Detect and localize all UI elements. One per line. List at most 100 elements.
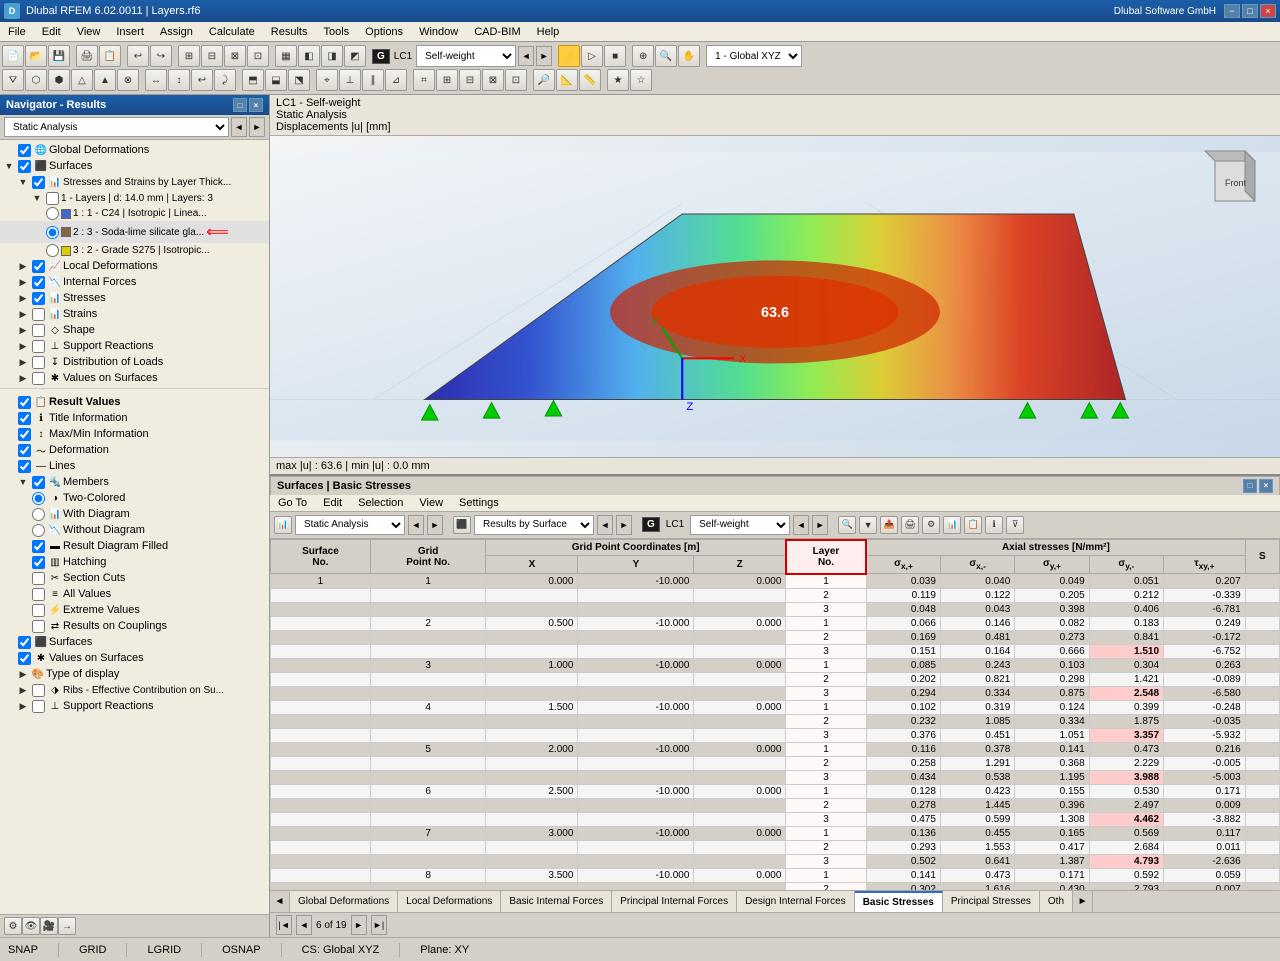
nav-prev-btn[interactable]: ◄ (231, 117, 247, 137)
res-export-btn[interactable]: 📤 (880, 516, 898, 534)
res-settings-btn[interactable]: ⚙ (922, 516, 940, 534)
cb-members[interactable] (32, 476, 45, 489)
tree-hatching[interactable]: ▥ Hatching (0, 554, 269, 570)
res-results-prev[interactable]: ◄ (597, 515, 613, 535)
menu-window[interactable]: Window (411, 24, 466, 40)
tree-all-values[interactable]: ≡ All Values (0, 586, 269, 602)
res-search-btn[interactable]: 🔍 (838, 516, 856, 534)
tree-maxmin[interactable]: ↕ Max/Min Information (0, 426, 269, 442)
nav-detach-btn[interactable]: □ (233, 98, 247, 112)
tb2-9[interactable]: ↩ (191, 69, 213, 91)
tb-btn5[interactable]: ▦ (275, 45, 297, 67)
tab-design-int[interactable]: Design Internal Forces (737, 891, 855, 912)
tb-btn7[interactable]: ◨ (321, 45, 343, 67)
cb-stresses[interactable] (32, 176, 45, 189)
tb2-12[interactable]: ⬓ (265, 69, 287, 91)
tb-undo[interactable]: ↩ (127, 45, 149, 67)
type-display-toggle[interactable]: ▶ (16, 667, 30, 681)
res-table-btn[interactable]: 📋 (964, 516, 982, 534)
tb2-6[interactable]: ⊗ (117, 69, 139, 91)
nav-bottom-btn2[interactable]: 👁 (22, 917, 40, 935)
tb2-1[interactable]: ⛛ (2, 69, 24, 91)
res-menu-goto[interactable]: Go To (270, 495, 315, 511)
tree-two-colored[interactable]: ◑ Two-Colored (0, 490, 269, 506)
tab-global-def[interactable]: Global Deformations (290, 891, 398, 912)
nav-analysis-dropdown[interactable]: Static Analysis (4, 117, 229, 137)
tree-members[interactable]: ▼ 🔩 Members (0, 474, 269, 490)
strains-toggle[interactable]: ▶ (16, 307, 30, 321)
tb2-18[interactable]: ⌗ (413, 69, 435, 91)
radio-without-diagram[interactable] (32, 524, 45, 537)
res-results-next[interactable]: ► (616, 515, 632, 535)
cb-support2[interactable] (32, 700, 45, 713)
menu-calculate[interactable]: Calculate (201, 24, 263, 40)
tree-stresses-strains[interactable]: ▼ 📊 Stresses and Strains by Layer Thick.… (0, 174, 269, 190)
tree-surfaces2[interactable]: ⬛ Surfaces (0, 634, 269, 650)
ribs-toggle[interactable]: ▶ (16, 683, 30, 697)
nav-next-btn[interactable]: ► (249, 117, 265, 137)
tab-principal-int[interactable]: Principal Internal Forces (612, 891, 737, 912)
lc-dropdown[interactable]: Self-weight (416, 45, 516, 67)
menu-view[interactable]: View (69, 24, 109, 40)
page-prev[interactable]: ◄ (296, 915, 312, 935)
radio-sub1[interactable] (46, 207, 59, 220)
valsurf-toggle[interactable]: ▶ (16, 371, 30, 385)
cb-local-def[interactable] (32, 260, 45, 273)
tb-btn2[interactable]: ⊟ (201, 45, 223, 67)
tb2-26[interactable]: ★ (607, 69, 629, 91)
cb-surfaces2[interactable] (18, 636, 31, 649)
tab-principal-stress[interactable]: Principal Stresses (943, 891, 1040, 912)
tb2-3[interactable]: ⬢ (48, 69, 70, 91)
tb2-15[interactable]: ⊥ (339, 69, 361, 91)
menu-assign[interactable]: Assign (152, 24, 201, 40)
tab-basic-int[interactable]: Basic Internal Forces (501, 891, 612, 912)
tree-strains[interactable]: ▶ 📊 Strains (0, 306, 269, 322)
tree-sub3[interactable]: 3 : 2 - Grade S275 | Isotropic... (0, 243, 269, 258)
tb2-25[interactable]: 📏 (579, 69, 601, 91)
tree-type-display[interactable]: ▶ 🎨 Type of display (0, 666, 269, 682)
intforces-toggle[interactable]: ▶ (16, 275, 30, 289)
3d-viewport[interactable]: 63.6 X Y (270, 136, 1280, 457)
surfaces-close-btn[interactable]: × (1259, 479, 1273, 493)
cb-layer1[interactable] (46, 192, 59, 205)
tb-calculate[interactable]: ⚡ (558, 45, 580, 67)
tb2-5[interactable]: ▲ (94, 69, 116, 91)
menu-insert[interactable]: Insert (108, 24, 152, 40)
menu-edit[interactable]: Edit (34, 24, 69, 40)
tb-zoom-fit[interactable]: ⊕ (632, 45, 654, 67)
page-last[interactable]: ►| (371, 915, 387, 935)
tb-btn1[interactable]: ⊞ (178, 45, 200, 67)
res-menu-settings[interactable]: Settings (451, 495, 507, 511)
res-menu-edit[interactable]: Edit (315, 495, 350, 511)
tree-internal-forces[interactable]: ▶ 📉 Internal Forces (0, 274, 269, 290)
localdef-toggle[interactable]: ▶ (16, 259, 30, 273)
tree-values-on-surfaces[interactable]: ✱ Values on Surfaces (0, 650, 269, 666)
res-prev-btn[interactable]: ◄ (408, 515, 424, 535)
tb2-24[interactable]: 📐 (556, 69, 578, 91)
menu-results[interactable]: Results (263, 24, 316, 40)
tb-btn4[interactable]: ⊡ (247, 45, 269, 67)
cb-result-values[interactable] (18, 396, 31, 409)
members-toggle[interactable]: ▼ (16, 475, 30, 489)
res-funnel-btn[interactable]: ⊽ (1006, 516, 1024, 534)
tb2-8[interactable]: ↕ (168, 69, 190, 91)
menu-cadbim[interactable]: CAD-BIM (466, 24, 528, 40)
tree-values-surfaces[interactable]: ▶ ✱ Values on Surfaces (0, 370, 269, 386)
tb-print[interactable]: 🖨 (76, 45, 98, 67)
tree-sub1[interactable]: 1 : 1 - C24 | Isotropic | Linea... (0, 206, 269, 221)
tree-results-couplings[interactable]: ⇄ Results on Couplings (0, 618, 269, 634)
tree-result-values[interactable]: 📋 Result Values (0, 394, 269, 410)
tb-redo[interactable]: ↪ (150, 45, 172, 67)
res-analysis-dropdown[interactable]: Static Analysis (295, 515, 405, 535)
res-lc-next[interactable]: ► (812, 515, 828, 535)
tb2-22[interactable]: ⊡ (505, 69, 527, 91)
tb-new[interactable]: 📄 (2, 45, 24, 67)
cb-internal-forces[interactable] (32, 276, 45, 289)
stresses-toggle[interactable]: ▼ (16, 175, 30, 189)
tree-with-diagram[interactable]: 📊 With Diagram (0, 506, 269, 522)
cb-surfaces[interactable] (18, 160, 31, 173)
shape-toggle[interactable]: ▶ (16, 323, 30, 337)
tree-extreme-values[interactable]: ⚡ Extreme Values (0, 602, 269, 618)
tb-btn3[interactable]: ⊠ (224, 45, 246, 67)
tb-open[interactable]: 📂 (25, 45, 47, 67)
